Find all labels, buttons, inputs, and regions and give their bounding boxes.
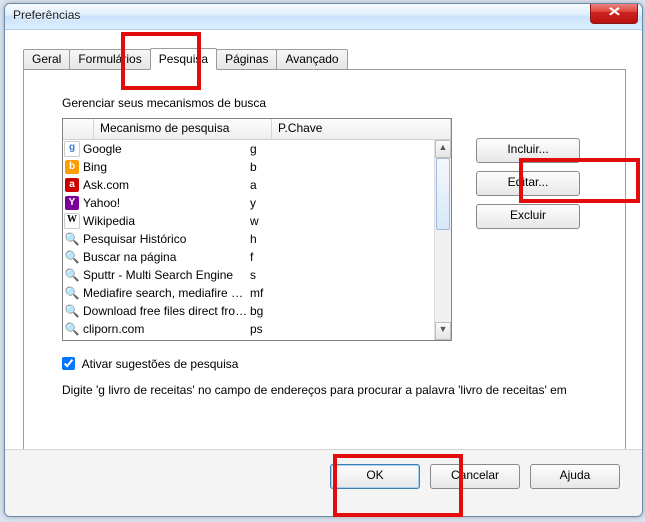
engine-keyword: f [248,248,435,266]
engine-name: Google [81,140,248,158]
engine-icon: 🔍 [63,248,81,266]
tab-paginas[interactable]: Páginas [216,49,277,70]
list-side-buttons: Incluir... Editar... Excluir [476,138,580,229]
edit-button[interactable]: Editar... [476,171,580,196]
engine-keyword: s [248,266,435,284]
keyword-hint-text: Digite 'g livro de receitas' no campo de… [62,383,595,397]
table-row[interactable]: 🔍Buscar na páginaf [63,248,435,266]
tab-panel-pesquisa: Gerenciar seus mecanismos de busca Mecan… [23,69,626,462]
table-row[interactable]: 🔍Download free files direct from ...bg [63,302,435,320]
col-icon-header[interactable] [63,119,94,139]
help-button[interactable]: Ajuda [530,464,620,489]
tab-container: Geral Formulários Pesquisa Páginas Avanç… [23,48,626,462]
engine-keyword: h [248,230,435,248]
engine-name: Mediafire search, mediafire sea... [81,284,248,302]
window-title: Preferências [13,8,80,22]
table-row[interactable]: 🔍Mediafire search, mediafire sea...mf [63,284,435,302]
table-row[interactable]: 🔍Sputtr - Multi Search Engines [63,266,435,284]
engine-keyword: mf [248,284,435,302]
engine-icon: g [63,140,81,158]
col-key-header[interactable]: P.Chave [272,119,451,139]
list-header: Mecanismo de pesquisa P.Chave [63,119,451,140]
close-icon: ✕ [607,3,621,21]
table-row[interactable]: 🔍Pesquisar Históricoh [63,230,435,248]
table-row[interactable]: aAsk.coma [63,176,435,194]
scrollbar[interactable]: ▲ ▼ [434,140,451,340]
engine-name: Wikipedia [81,212,248,230]
engine-keyword: ps [248,320,435,338]
engine-icon: 🔍 [63,302,81,320]
engine-keyword: b [248,158,435,176]
engine-name: Download free files direct from ... [81,302,248,320]
engine-keyword: dm [248,338,435,340]
engine-icon: a [63,176,81,194]
engine-list-container: Mecanismo de pesquisa P.Chave gGooglegbB… [62,118,452,341]
engine-keyword: a [248,176,435,194]
tab-strip: Geral Formulários Pesquisa Páginas Avanç… [23,48,626,70]
suggestions-checkbox-label[interactable]: Ativar sugestões de pesquisa [62,357,238,371]
tab-pesquisa[interactable]: Pesquisa [150,48,217,70]
engine-name: Sputtr - Multi Search Engine [81,266,248,284]
engine-keyword: w [248,212,435,230]
scroll-down-arrow[interactable]: ▼ [435,322,451,340]
tab-formularios[interactable]: Formulários [69,49,150,70]
list-body: gGooglegbBingbaAsk.comaYYahoo!yWWikipedi… [63,140,435,340]
engine-keyword: bg [248,302,435,320]
table-row[interactable]: WWikipediaw [63,212,435,230]
engine-name: cliporn.com [81,320,248,338]
engine-list[interactable]: Mecanismo de pesquisa P.Chave gGooglegbB… [62,118,452,341]
dialog-button-bar: OK Cancelar Ajuda [5,449,642,516]
engine-name: Buscar na página [81,248,248,266]
section-heading: Gerenciar seus mecanismos de busca [62,96,595,110]
title-bar: Preferências ✕ [5,4,642,30]
exclude-button[interactable]: Excluir [476,204,580,229]
engine-name: Download Mp3 Indonesia - MP... [81,338,248,340]
engine-name: Ask.com [81,176,248,194]
engine-icon: 🔍 [63,320,81,338]
table-row[interactable]: YYahoo!y [63,194,435,212]
engine-keyword: y [248,194,435,212]
preferences-dialog: Preferências ✕ Geral Formulários Pesquis… [4,3,643,517]
engine-name: Bing [81,158,248,176]
suggestions-checkbox[interactable] [62,357,75,370]
engine-icon: 🔍 [63,338,81,340]
engine-keyword: g [248,140,435,158]
scroll-thumb[interactable] [436,158,450,230]
table-row[interactable]: gGoogleg [63,140,435,158]
engine-name: Pesquisar Histórico [81,230,248,248]
engine-icon: 🔍 [63,230,81,248]
tab-geral[interactable]: Geral [23,49,70,70]
col-engine-header[interactable]: Mecanismo de pesquisa [94,119,272,139]
cancel-button[interactable]: Cancelar [430,464,520,489]
engine-icon: W [63,212,81,230]
engine-name: Yahoo! [81,194,248,212]
table-row[interactable]: 🔍cliporn.comps [63,320,435,338]
engine-icon: 🔍 [63,284,81,302]
table-row[interactable]: 🔍Download Mp3 Indonesia - MP...dm [63,338,435,340]
engine-icon: b [63,158,81,176]
engine-icon: 🔍 [63,266,81,284]
engine-icon: Y [63,194,81,212]
tab-avancado[interactable]: Avançado [276,49,347,70]
table-row[interactable]: bBingb [63,158,435,176]
close-button[interactable]: ✕ [590,3,638,24]
include-button[interactable]: Incluir... [476,138,580,163]
ok-button[interactable]: OK [330,464,420,489]
scroll-up-arrow[interactable]: ▲ [435,140,451,158]
suggestions-checkbox-row: Ativar sugestões de pesquisa [62,357,595,371]
